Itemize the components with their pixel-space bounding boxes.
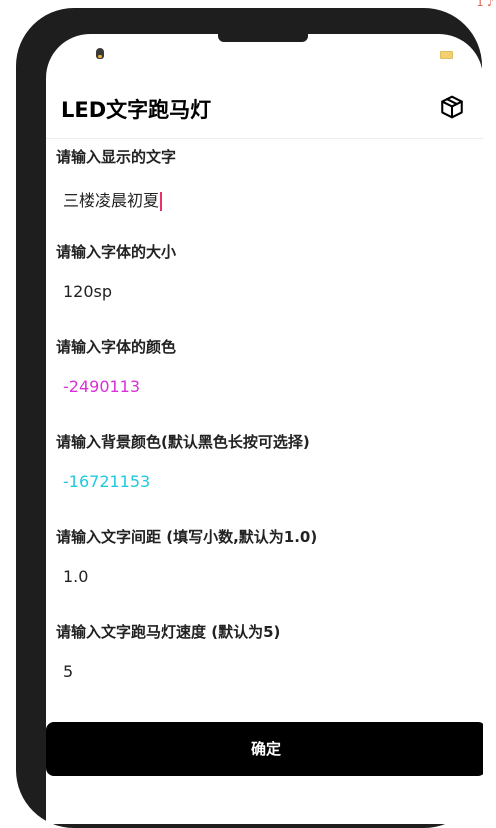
app-bar: LED文字跑马灯 <box>46 88 483 139</box>
confirm-button[interactable]: 确定 <box>46 722 483 776</box>
app-screen: LED文字跑马灯 请输入显示的文字 三楼凌晨初夏 请输入字体的大小 120sp … <box>46 34 483 824</box>
app-title: LED文字跑马灯 <box>61 98 212 122</box>
text-content-value: 三楼凌晨初夏 <box>63 191 160 210</box>
font-color-label: 请输入字体的颜色 <box>56 338 177 356</box>
font-size-label: 请输入字体的大小 <box>56 243 177 261</box>
battery-icon <box>440 51 453 59</box>
text-content-input[interactable]: 三楼凌晨初夏 <box>63 187 163 211</box>
text-cursor <box>160 192 163 211</box>
scroll-speed-label: 请输入文字跑马灯速度 (默认为5) <box>56 623 281 641</box>
background-color-label: 请输入背景颜色(默认黑色长按可选择) <box>56 433 310 451</box>
corner-fragment-text: 1 ♪ <box>476 0 494 9</box>
scroll-speed-input[interactable]: 5 <box>63 662 73 681</box>
camera-notch <box>218 34 308 42</box>
penguin-icon <box>96 48 104 59</box>
status-bar <box>46 34 483 74</box>
font-size-input[interactable]: 120sp <box>63 282 112 301</box>
letter-spacing-label: 请输入文字间距 (填写小数,默认为1.0) <box>56 528 318 546</box>
background-color-input[interactable]: -16721153 <box>63 472 150 491</box>
text-content-label: 请输入显示的文字 <box>56 148 177 166</box>
font-color-input[interactable]: -2490113 <box>63 377 140 396</box>
device-frame: LED文字跑马灯 请输入显示的文字 三楼凌晨初夏 请输入字体的大小 120sp … <box>16 8 483 828</box>
letter-spacing-input[interactable]: 1.0 <box>63 567 88 586</box>
cube-icon[interactable] <box>439 94 465 120</box>
